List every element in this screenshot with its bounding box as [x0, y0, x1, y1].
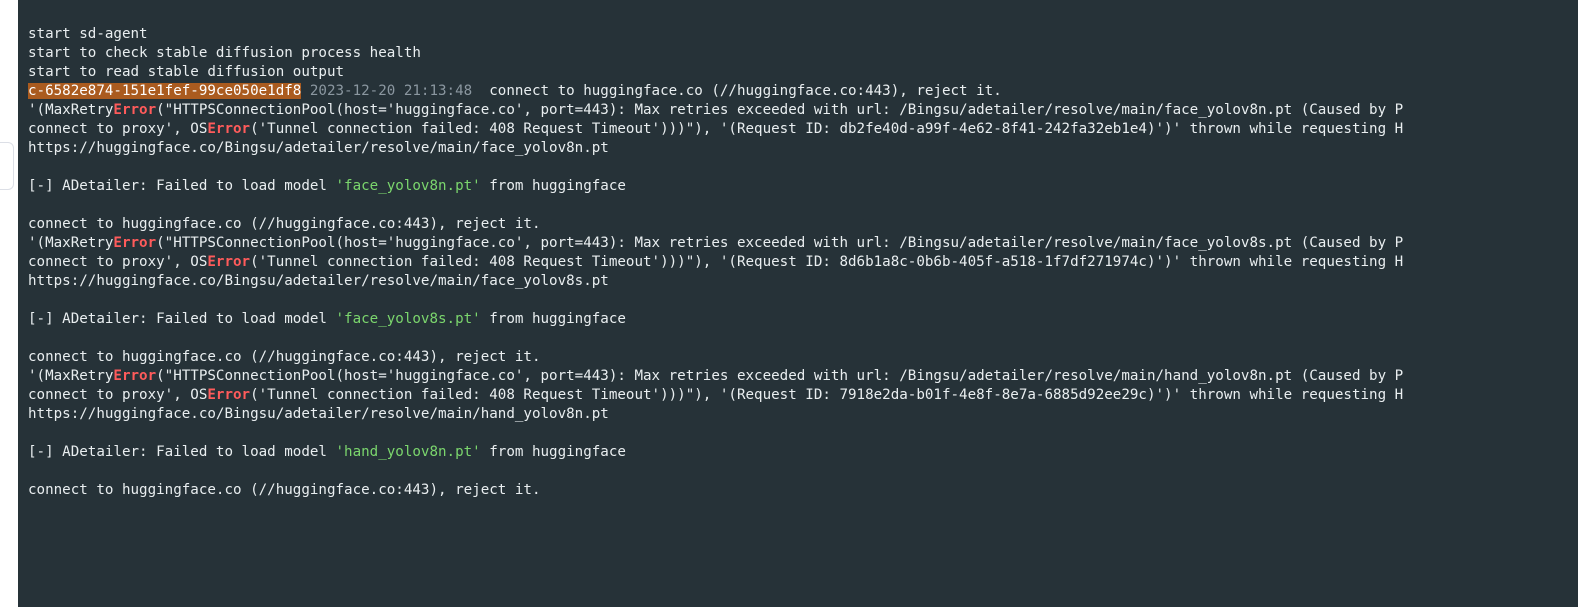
log-url: https://huggingface.co/Bingsu/adetailer/…	[28, 406, 609, 422]
log-text: connect to huggingface.co (//huggingface…	[472, 83, 1002, 99]
log-text: connect to proxy', OS	[28, 121, 207, 137]
log-job-id-selected: c-6582e874-151e1fef-99ce050e1df8	[28, 83, 301, 99]
log-model-name: 'hand_yolov8n.pt'	[336, 444, 481, 460]
log-text: [-] ADetailer: Failed to load model	[28, 178, 336, 194]
log-blank	[28, 463, 37, 479]
log-blank	[28, 159, 37, 175]
log-text: ('Tunnel connection failed: 408 Request …	[250, 387, 1403, 403]
log-error-word: Error	[207, 387, 250, 403]
log-model-name: 'face_yolov8s.pt'	[336, 311, 481, 327]
log-text: connect to proxy', OS	[28, 387, 207, 403]
log-url: https://huggingface.co/Bingsu/adetailer/…	[28, 273, 609, 289]
log-text: ("HTTPSConnectionPool(host='huggingface.…	[156, 102, 1403, 118]
log-text: ("HTTPSConnectionPool(host='huggingface.…	[156, 368, 1403, 384]
log-blank	[28, 330, 37, 346]
log-error-word: Error	[207, 121, 250, 137]
log-url: https://huggingface.co/Bingsu/adetailer/…	[28, 140, 609, 156]
log-line: connect to huggingface.co (//huggingface…	[28, 216, 541, 232]
log-text: '(MaxRetry	[28, 102, 113, 118]
log-model-name: 'face_yolov8n.pt'	[336, 178, 481, 194]
log-timestamp: 2023-12-20 21:13:48	[310, 83, 472, 99]
log-line: start to check stable diffusion process …	[28, 45, 421, 61]
log-text: '(MaxRetry	[28, 368, 113, 384]
log-text: '(MaxRetry	[28, 235, 113, 251]
log-error-word: Error	[207, 254, 250, 270]
log-text: [-] ADetailer: Failed to load model	[28, 444, 336, 460]
log-line: connect to huggingface.co (//huggingface…	[28, 482, 541, 498]
log-text: connect to proxy', OS	[28, 254, 207, 270]
log-text: from huggingface	[481, 178, 626, 194]
log-line: start sd-agent	[28, 26, 148, 42]
log-line: start to read stable diffusion output	[28, 64, 344, 80]
log-error-word: Error	[113, 102, 156, 118]
log-text: from huggingface	[481, 311, 626, 327]
log-blank	[28, 292, 37, 308]
log-text: from huggingface	[481, 444, 626, 460]
log-text: ('Tunnel connection failed: 408 Request …	[250, 121, 1403, 137]
log-blank	[28, 425, 37, 441]
gutter-handle[interactable]	[0, 142, 14, 190]
log-text: ('Tunnel connection failed: 408 Request …	[250, 254, 1403, 270]
log-text: ("HTTPSConnectionPool(host='huggingface.…	[156, 235, 1403, 251]
log-text	[301, 83, 310, 99]
log-line: connect to huggingface.co (//huggingface…	[28, 349, 541, 365]
log-blank	[28, 197, 37, 213]
log-error-word: Error	[113, 235, 156, 251]
log-output[interactable]: start sd-agent start to check stable dif…	[18, 0, 1578, 607]
log-text: [-] ADetailer: Failed to load model	[28, 311, 336, 327]
log-error-word: Error	[113, 368, 156, 384]
